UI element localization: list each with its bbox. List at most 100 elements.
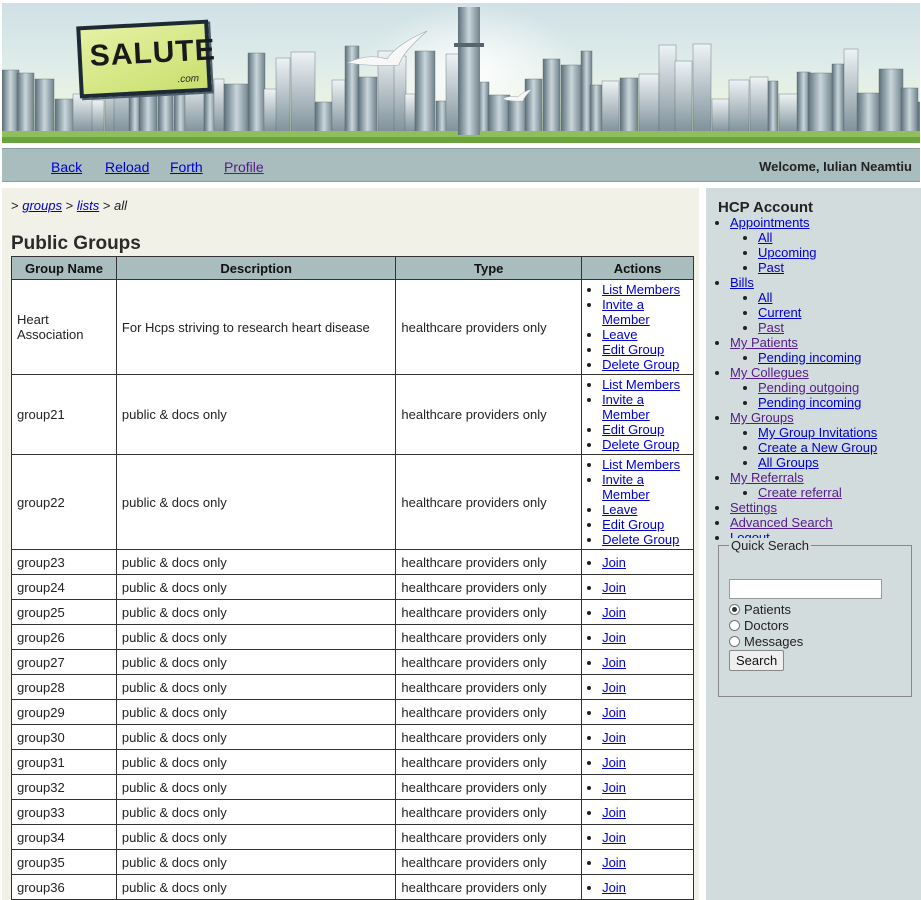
sidebar-sublink-all-groups[interactable]: All Groups xyxy=(758,455,819,470)
join-link[interactable]: Join xyxy=(602,755,626,770)
delete-group-link[interactable]: Delete Group xyxy=(602,357,679,372)
sidebar-link-my-groups[interactable]: My Groups xyxy=(730,410,794,425)
description-cell: public & docs only xyxy=(115,599,397,625)
action-item: List Members xyxy=(602,457,689,472)
description-cell: public & docs only xyxy=(115,774,397,800)
join-link[interactable]: Join xyxy=(602,655,626,670)
description-cell: public & docs only xyxy=(115,574,397,600)
forth-link[interactable]: Forth xyxy=(170,159,203,175)
join-link[interactable]: Join xyxy=(602,580,626,595)
sidebar-sublink-create-a-new-group[interactable]: Create a New Group xyxy=(758,440,877,455)
invite-a-member-link[interactable]: Invite a Member xyxy=(602,392,650,422)
sidebar-link-appointments[interactable]: Appointments xyxy=(730,215,810,230)
sidebar-item-bills: Bills AllCurrentPast xyxy=(730,275,877,335)
description-cell: public & docs only xyxy=(115,874,397,900)
delete-group-link[interactable]: Delete Group xyxy=(602,532,679,547)
sidebar-sublink-my-group-invitations[interactable]: My Group Invitations xyxy=(758,425,877,440)
sidebar-link-my-patients[interactable]: My Patients xyxy=(730,335,798,350)
join-link[interactable]: Join xyxy=(602,705,626,720)
group-name-cell: group34 xyxy=(11,824,117,850)
group-name-cell: group27 xyxy=(11,649,117,675)
sidebar-subitem-all: All xyxy=(758,230,877,245)
join-link[interactable]: Join xyxy=(602,730,626,745)
sidebar-sublink-pending-incoming[interactable]: Pending incoming xyxy=(758,350,861,365)
quick-search-input[interactable] xyxy=(729,579,882,599)
radio-option-doctors[interactable]: Doctors xyxy=(729,618,789,634)
list-members-link[interactable]: List Members xyxy=(602,377,680,392)
join-link[interactable]: Join xyxy=(602,555,626,570)
list-members-link[interactable]: List Members xyxy=(602,457,680,472)
sidebar-sublink-pending-incoming[interactable]: Pending incoming xyxy=(758,395,861,410)
radio-button-patients[interactable] xyxy=(729,604,740,615)
type-cell: healthcare providers only xyxy=(395,374,583,455)
radio-option-messages[interactable]: Messages xyxy=(729,634,803,650)
type-cell: healthcare providers only xyxy=(395,599,583,625)
sidebar-sublink-upcoming[interactable]: Upcoming xyxy=(758,245,817,260)
description-cell: public & docs only xyxy=(115,624,397,650)
sidebar-sublink-create-referral[interactable]: Create referral xyxy=(758,485,842,500)
join-link[interactable]: Join xyxy=(602,880,626,895)
sidebar-sublink-current[interactable]: Current xyxy=(758,305,801,320)
back-link[interactable]: Back xyxy=(51,159,82,175)
breadcrumb-separator: > xyxy=(65,198,74,213)
sidebar-link-my-collegues[interactable]: My Collegues xyxy=(730,365,809,380)
radio-button-messages[interactable] xyxy=(729,636,740,647)
join-link[interactable]: Join xyxy=(602,830,626,845)
sidebar-link-settings[interactable]: Settings xyxy=(730,500,777,515)
actions-list: Join xyxy=(586,805,689,820)
actions-list: Join xyxy=(586,555,689,570)
actions-list: Join xyxy=(586,655,689,670)
table-row: group22 public & docs only healthcare prov… xyxy=(11,454,694,550)
sidebar-sublink-all[interactable]: All xyxy=(758,230,772,245)
table-row: Heart Association For Hcps striving to re… xyxy=(11,279,694,375)
main-content: > groups > lists > all Public Groups Gro… xyxy=(2,188,699,900)
breadcrumb-groups-link[interactable]: groups xyxy=(22,198,62,213)
radio-option-patients[interactable]: Patients xyxy=(729,602,791,618)
table-header-row: Group Name Description Type Actions xyxy=(11,256,694,280)
list-members-link[interactable]: List Members xyxy=(602,282,680,297)
leave-link[interactable]: Leave xyxy=(602,502,637,517)
join-link[interactable]: Join xyxy=(602,680,626,695)
actions-list: Join xyxy=(586,880,689,895)
edit-group-link[interactable]: Edit Group xyxy=(602,342,664,357)
join-link[interactable]: Join xyxy=(602,630,626,645)
edit-group-link[interactable]: Edit Group xyxy=(602,517,664,532)
invite-a-member-link[interactable]: Invite a Member xyxy=(602,297,650,327)
sidebar-sublink-pending-outgoing[interactable]: Pending outgoing xyxy=(758,380,859,395)
actions-cell: Join xyxy=(581,874,694,900)
sidebar-subitem-all-groups: All Groups xyxy=(758,455,877,470)
public-groups-table: Group Name Description Type Actions Hear… xyxy=(11,256,694,900)
delete-group-link[interactable]: Delete Group xyxy=(602,437,679,452)
sidebar-link-my-referrals[interactable]: My Referrals xyxy=(730,470,804,485)
profile-link[interactable]: Profile xyxy=(224,159,264,175)
group-name-cell: group29 xyxy=(11,699,117,725)
action-item: Join xyxy=(602,705,689,720)
sidebar-sublink-past[interactable]: Past xyxy=(758,260,784,275)
reload-link[interactable]: Reload xyxy=(105,159,149,175)
sidebar-link-advanced-search[interactable]: Advanced Search xyxy=(730,515,833,530)
radio-label-doctors: Doctors xyxy=(744,618,789,633)
quick-search-fieldset: Quick Serach Patients Doctors Messages S… xyxy=(718,538,912,697)
join-link[interactable]: Join xyxy=(602,780,626,795)
sidebar-link-bills[interactable]: Bills xyxy=(730,275,754,290)
join-link[interactable]: Join xyxy=(602,855,626,870)
table-row: group34 public & docs only healthcare prov… xyxy=(11,824,694,850)
nav-bar: Back Reload Forth Profile Welcome, Iulia… xyxy=(2,148,920,182)
sidebar-sublink-past[interactable]: Past xyxy=(758,320,784,335)
search-button[interactable]: Search xyxy=(729,650,785,671)
edit-group-link[interactable]: Edit Group xyxy=(602,422,664,437)
leave-link[interactable]: Leave xyxy=(602,327,637,342)
join-link[interactable]: Join xyxy=(602,605,626,620)
action-item: Delete Group xyxy=(602,437,689,452)
action-item: Leave xyxy=(602,502,689,517)
sidebar-subitem-create-referral: Create referral xyxy=(758,485,877,500)
description-cell: public & docs only xyxy=(115,649,397,675)
radio-button-doctors[interactable] xyxy=(729,620,740,631)
description-cell: public & docs only xyxy=(115,454,397,550)
join-link[interactable]: Join xyxy=(602,805,626,820)
group-name-cell: group35 xyxy=(11,849,117,875)
invite-a-member-link[interactable]: Invite a Member xyxy=(602,472,650,502)
action-item: Join xyxy=(602,680,689,695)
sidebar-sublink-all[interactable]: All xyxy=(758,290,772,305)
breadcrumb-lists-link[interactable]: lists xyxy=(77,198,99,213)
